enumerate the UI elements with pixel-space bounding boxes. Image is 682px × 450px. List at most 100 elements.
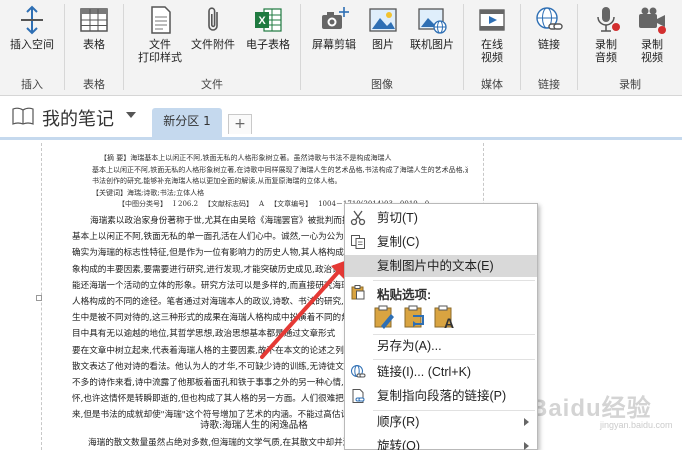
svg-text:X: X <box>258 15 266 27</box>
keep-text-only-icon[interactable]: A <box>433 304 457 330</box>
file-attachment-label: 文件附件 <box>191 38 235 51</box>
table-button[interactable]: 表格 <box>71 4 117 51</box>
record-audio-button[interactable]: 录制 音频 <box>584 4 628 64</box>
menu-item-copy[interactable]: 复制(C) <box>345 231 537 253</box>
ribbon-group-record: 录制 音频 录制 视频 录制 <box>578 0 682 96</box>
menu-item-label: 复制(C) <box>377 235 420 249</box>
online-video-button[interactable]: 在线 视频 <box>470 4 514 64</box>
class-value: I 206.2 <box>173 200 199 209</box>
spreadsheet-button[interactable]: X 电子表格 <box>240 4 296 51</box>
ribbon-group-file: 文件 打印样式 文件附件 X 电子表格 文件 <box>124 0 300 96</box>
menu-item-label: 剪切(T) <box>377 211 418 225</box>
copy-icon <box>351 235 365 249</box>
group-label-link: 链接 <box>538 78 560 91</box>
record-audio-label-2: 音频 <box>595 51 617 64</box>
menu-item-copy-paragraph-link[interactable]: 复制指向段落的链接(P) <box>345 385 537 407</box>
screen-clipping-icon <box>322 7 349 29</box>
merge-formatting-icon[interactable] <box>403 304 427 330</box>
menu-item-label: 链接(I)... (Ctrl+K) <box>377 365 472 379</box>
submenu-arrow-icon <box>524 418 529 426</box>
table-label: 表格 <box>83 38 105 51</box>
abstract-line: 基本上以闲正不阿,铁面无私的人格形象树立著,在诗歌中同样展现了海瑞人生的艺术品格… <box>92 165 468 174</box>
file-printout-button[interactable]: 文件 打印样式 <box>132 4 188 64</box>
resize-handle[interactable] <box>36 295 42 301</box>
class-label: 【中图分类号】 <box>118 200 167 209</box>
online-video-label-2: 视频 <box>481 51 503 64</box>
insert-space-label: 插入空间 <box>10 38 54 51</box>
online-picture-button[interactable]: 联机图片 <box>403 4 461 51</box>
paragraph-link-icon <box>352 389 365 403</box>
group-label-file: 文件 <box>201 78 223 91</box>
online-video-icon <box>479 9 505 31</box>
article-label: 【文章编号】 <box>270 200 313 209</box>
insert-space-button[interactable]: 插入空间 <box>4 4 60 51</box>
add-section-button[interactable]: + <box>228 114 252 134</box>
group-label-table: 表格 <box>83 78 105 91</box>
svg-text:A: A <box>444 315 454 330</box>
menu-item-label: 复制指向段落的链接(P) <box>377 389 507 403</box>
spreadsheet-label: 电子表格 <box>246 38 290 51</box>
record-audio-icon <box>597 7 620 32</box>
menu-item-label: 旋转(O) <box>377 439 421 450</box>
menu-item-cut[interactable]: 剪切(T) <box>345 207 537 229</box>
group-label-record: 录制 <box>619 78 641 91</box>
keywords-line: 【关键词】海瑞;诗歌;书法;立体人格 <box>92 188 205 197</box>
screen-clipping-label: 屏幕剪辑 <box>312 38 356 51</box>
baidu-watermark-url: jingyan.baidu.com <box>600 420 673 430</box>
ribbon-group-insert: 插入空间 插入 <box>0 0 64 96</box>
section-heading: 诗歌:海瑞人生的闲逸品格 <box>200 420 308 431</box>
file-printout-icon <box>151 6 171 34</box>
menu-item-label: 顺序(R) <box>377 415 420 429</box>
online-picture-label: 联机图片 <box>410 38 454 51</box>
screen-clipping-button[interactable]: 屏幕剪辑 <box>305 4 363 51</box>
ribbon-group-media: 在线 视频 媒体 <box>464 0 520 96</box>
group-label-image: 图像 <box>371 78 393 91</box>
menu-separator <box>373 359 535 360</box>
picture-icon <box>369 8 397 32</box>
record-video-button[interactable]: 录制 视频 <box>630 4 674 64</box>
abstract-line: 书法创作的研究,能够补充海瑞人格以更加全面的解读,从而复原海瑞的立体人格。 <box>92 177 342 186</box>
notebook-title[interactable]: 我的笔记 <box>42 105 114 131</box>
file-printout-label-2: 打印样式 <box>138 51 182 64</box>
link-icon <box>351 365 366 378</box>
picture-label: 图片 <box>372 38 394 51</box>
table-icon <box>80 8 108 32</box>
attachment-icon <box>208 7 218 31</box>
submenu-arrow-icon <box>524 442 529 450</box>
menu-item-save-as[interactable]: 另存为(A)... <box>345 335 537 357</box>
chevron-down-icon[interactable] <box>126 112 136 118</box>
menu-item-order[interactable]: 顺序(R) <box>345 411 537 433</box>
online-picture-icon <box>418 8 447 34</box>
keep-source-formatting-icon[interactable] <box>373 304 397 330</box>
file-attachment-button[interactable]: 文件附件 <box>186 4 240 51</box>
picture-button[interactable]: 图片 <box>363 4 403 51</box>
doc-label: 【文献标志码】 <box>204 200 254 209</box>
menu-item-label: 复制图片中的文本(E) <box>377 259 494 273</box>
context-menu: 剪切(T) 复制(C) 复制图片中的文本(E) 粘贴选项: A 另存为(A)..… <box>344 203 538 450</box>
notebook-bar: 我的笔记 新分区 1 + <box>0 96 682 140</box>
link-label: 链接 <box>538 38 560 51</box>
paste-options-title: 粘贴选项: <box>377 288 432 302</box>
tab-new-section-1[interactable]: 新分区 1 <box>152 108 222 137</box>
insert-space-icon <box>21 5 43 35</box>
spreadsheet-icon: X <box>255 8 282 32</box>
ribbon-group-image: 屏幕剪辑 图片 联机图片 图像 <box>301 0 463 96</box>
link-icon <box>536 7 563 30</box>
ribbon-group-link: 链接 链接 <box>521 0 577 96</box>
link-button[interactable]: 链接 <box>527 4 571 51</box>
ribbon: 插入空间 插入 表格 表格 文件 打印样式 文件附件 X 电子表格 文件 屏幕剪… <box>0 0 682 96</box>
menu-item-rotate[interactable]: 旋转(O) <box>345 435 537 450</box>
file-printout-label-1: 文件 <box>149 38 171 51</box>
scissors-icon <box>350 210 366 226</box>
baidu-watermark: Baidu经验 <box>530 395 652 422</box>
record-video-label-1: 录制 <box>641 38 663 51</box>
menu-item-link[interactable]: 链接(I)... (Ctrl+K) <box>345 361 537 383</box>
group-label-insert: 插入 <box>21 78 43 91</box>
page-canvas[interactable]: 【摘 要】海瑞基本上以闲正不阿,铁面无私的人格形象树立著。虽然诗歌与书法不是构成… <box>0 143 682 450</box>
clipboard-icon <box>351 285 365 300</box>
group-label-media: 媒体 <box>481 78 503 91</box>
online-video-label-1: 在线 <box>481 38 503 51</box>
menu-item-copy-text-from-picture[interactable]: 复制图片中的文本(E) <box>345 255 537 277</box>
abstract-line: 【摘 要】海瑞基本上以闲正不阿,铁面无私的人格形象树立著。虽然诗歌与书法不是构成… <box>100 154 392 162</box>
menu-separator <box>373 280 535 281</box>
